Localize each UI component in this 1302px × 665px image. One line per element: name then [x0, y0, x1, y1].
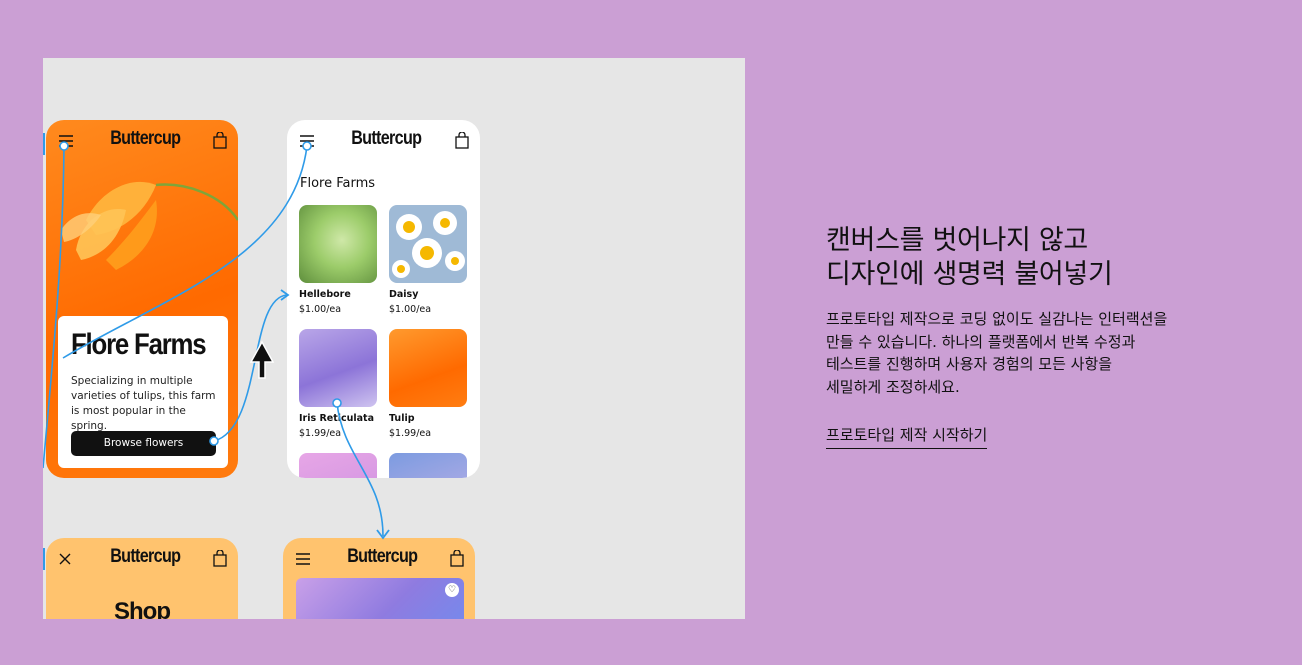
daisy-image — [389, 205, 467, 283]
product-price: $1.00/ea — [299, 304, 342, 315]
shopping-bag-icon[interactable] — [450, 550, 464, 567]
headline-line: 디자인에 생명력 불어넣기 — [826, 259, 1113, 290]
promo-description: 프로토타입 제작으로 코딩 없이도 실감나는 인터랙션을 만들 수 있습니다. … — [826, 308, 1221, 398]
browse-flowers-button[interactable]: Browse flowers — [71, 431, 216, 456]
heart-icon[interactable]: ♡ — [445, 583, 459, 597]
prototype-canvas[interactable]: Buttercup Flore Farms Specializing in mu… — [43, 58, 745, 619]
promo-section: 캔버스를 벗어나지 않고 디자인에 생명력 불어넣기 프로토타입 제작으로 코딩… — [826, 224, 1246, 449]
product-name: Tulip — [389, 413, 415, 424]
card-title: Flore Farms — [71, 328, 207, 361]
shopping-bag-icon[interactable] — [213, 550, 227, 567]
description-line: 만들 수 있습니다. 하나의 플랫폼에서 반복 수정과 — [826, 332, 1136, 351]
cursor-arrow-icon — [249, 340, 275, 379]
shopping-bag-icon[interactable] — [213, 132, 227, 149]
promo-headline: 캔버스를 벗어나지 않고 디자인에 생명력 불어넣기 — [826, 224, 1246, 292]
frame-selection-edge — [43, 548, 45, 570]
product-name: Iris Reticulata — [299, 413, 375, 424]
frame-product-list[interactable]: Buttercup Flore Farms Hellebore $1.00/ea… — [287, 120, 480, 478]
frame-product-detail[interactable]: Buttercup ♡ — [283, 538, 475, 619]
product-price: $1.00/ea — [389, 304, 432, 315]
description-line: 프로토타입 제작으로 코딩 없이도 실감나는 인터랙션을 — [826, 310, 1168, 328]
shop-heading: Shop — [114, 598, 171, 619]
menu-icon[interactable] — [299, 134, 315, 148]
brand-logo: Buttercup — [110, 128, 181, 149]
headline-line: 캔버스를 벗어나지 않고 — [826, 225, 1088, 256]
tulip-thumb-image — [389, 329, 467, 407]
farm-card: Flore Farms Specializing in multiple var… — [58, 316, 228, 468]
shopping-bag-icon[interactable] — [455, 132, 469, 149]
tulip-image — [61, 181, 238, 270]
product-card-daisy[interactable]: Daisy $1.00/ea — [389, 205, 467, 315]
product-card-hellebore[interactable]: Hellebore $1.00/ea — [299, 205, 377, 315]
product-name: Hellebore — [299, 289, 351, 300]
description-line: 세밀하게 조정하세요. — [826, 377, 960, 396]
brand-logo: Buttercup — [351, 128, 422, 149]
hellebore-image — [299, 205, 377, 283]
section-title: Flore Farms — [300, 176, 376, 191]
product-image-partial — [389, 453, 467, 478]
start-prototyping-link[interactable]: 프로토타입 제작 시작하기 — [826, 424, 988, 449]
hero-image: ♡ — [296, 578, 464, 619]
frame-selection-edge — [43, 133, 45, 155]
menu-icon[interactable] — [295, 552, 311, 566]
product-card-tulip[interactable]: Tulip $1.99/ea — [389, 329, 467, 439]
frame-home[interactable]: Buttercup Flore Farms Specializing in mu… — [46, 120, 238, 478]
brand-logo: Buttercup — [347, 546, 418, 567]
product-name: Daisy — [389, 289, 419, 300]
frame-menu[interactable]: Buttercup Shop — [46, 538, 238, 619]
product-price: $1.99/ea — [299, 428, 342, 439]
product-price: $1.99/ea — [389, 428, 432, 439]
menu-icon[interactable] — [58, 134, 74, 148]
brand-logo: Buttercup — [110, 546, 181, 567]
connector-arrowhead — [376, 529, 390, 540]
iris-image — [299, 329, 377, 407]
product-image-partial — [299, 453, 377, 478]
description-line: 테스트를 진행하며 사용자 경험의 모든 사항을 — [826, 355, 1113, 373]
product-card-iris[interactable]: Iris Reticulata $1.99/ea — [299, 329, 377, 439]
close-icon[interactable] — [58, 552, 72, 566]
card-description: Specializing in multiple varieties of tu… — [71, 375, 216, 432]
